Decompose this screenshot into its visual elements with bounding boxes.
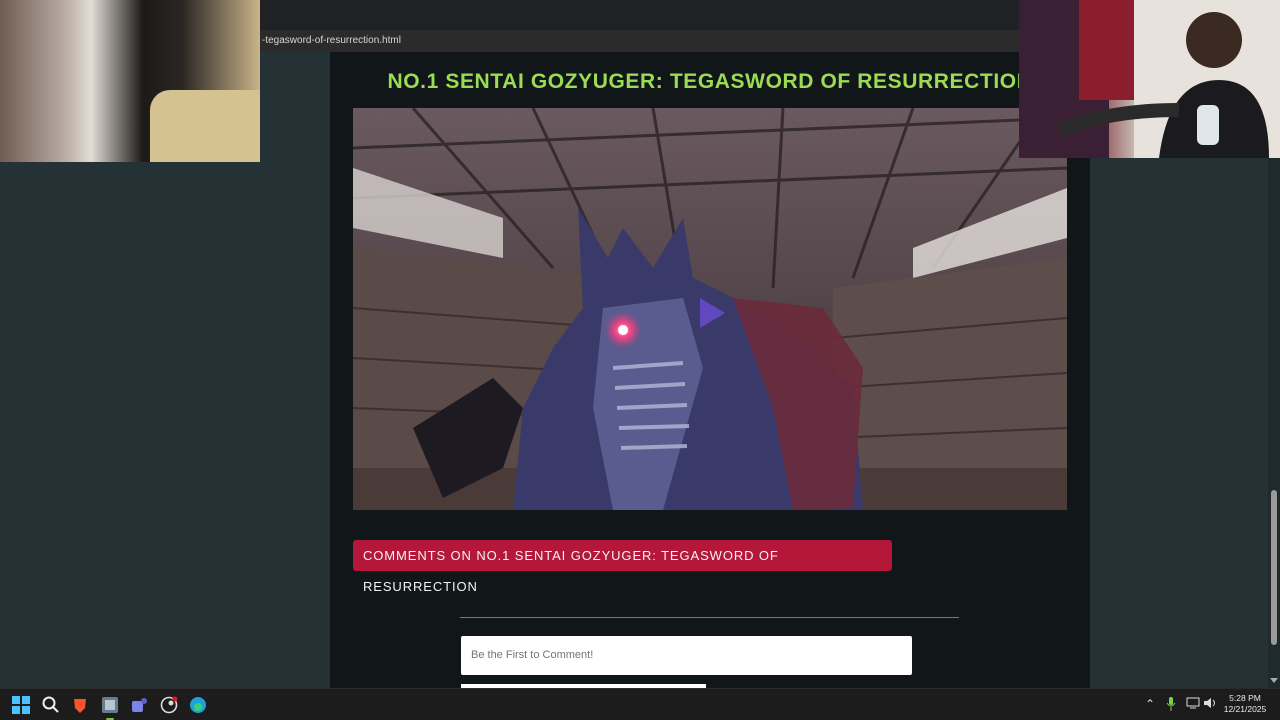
edge-icon[interactable] — [188, 695, 208, 715]
microphone-icon[interactable] — [1166, 697, 1176, 714]
cut-off-text-line — [610, 52, 840, 58]
address-bar-url: -tegasword-of-resurrection.html — [262, 35, 401, 46]
webcam-left-object — [150, 90, 260, 162]
webcam-overlay-right — [1019, 0, 1280, 158]
webcam-right-scene — [1019, 0, 1280, 158]
scroll-down-arrow[interactable] — [1270, 678, 1278, 683]
clock-date: 12/21/2025 — [1223, 704, 1267, 714]
video-player[interactable] — [353, 108, 1067, 510]
network-icon[interactable] — [1186, 697, 1200, 712]
page-title: NO.1 SENTAI GOZYUGER: TEGASWORD OF RESUR… — [387, 70, 1033, 93]
teams-icon[interactable] — [129, 695, 149, 715]
chevron-up-icon[interactable]: ⌃ — [1145, 697, 1155, 711]
windows-start-icon[interactable] — [11, 695, 31, 715]
comment-input[interactable] — [461, 636, 912, 675]
search-icon[interactable] — [41, 695, 61, 715]
app-icon[interactable] — [100, 695, 120, 720]
address-bar[interactable]: -tegasword-of-resurrection.html — [260, 30, 1020, 52]
scroll-thumb[interactable] — [1271, 490, 1277, 645]
clock-time: 5:28 PM — [1229, 693, 1261, 703]
brave-browser-icon[interactable] — [70, 695, 90, 715]
webcam-overlay-left — [0, 0, 260, 162]
video-thumbnail — [353, 108, 1067, 510]
volume-icon[interactable] — [1203, 697, 1217, 712]
comments-heading: COMMENTS ON NO.1 SENTAI GOZYUGER: TEGASW… — [353, 540, 892, 594]
windows-taskbar: ⌃ 5:28 PM 12/21/2025 — [0, 688, 1280, 720]
browser-tab-strip — [260, 0, 1020, 30]
article-page: NO.1 SENTAI GOZYUGER: TEGASWORD OF RESUR… — [330, 52, 1090, 690]
divider — [460, 617, 959, 618]
steam-icon[interactable] — [159, 695, 179, 715]
system-clock[interactable]: 5:28 PM 12/21/2025 — [1222, 693, 1268, 715]
